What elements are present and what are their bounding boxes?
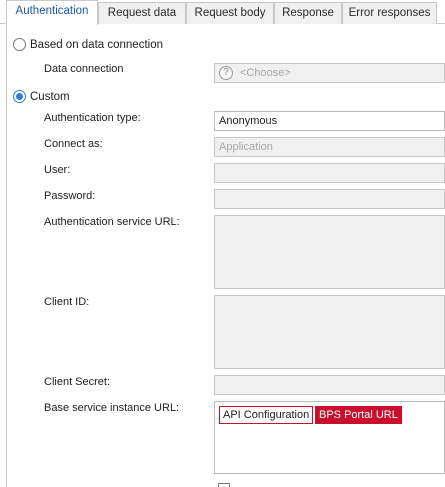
client-id-label: Client ID: — [44, 296, 90, 308]
connect-as-select[interactable]: Application — [214, 137, 445, 157]
base-url-label: Base service instance URL: — [44, 402, 180, 414]
api-configuration-token[interactable]: API Configuration — [219, 406, 314, 424]
help-icon[interactable]: ? — [219, 66, 233, 80]
auth-service-url-label: Authentication service URL: — [44, 216, 180, 228]
data-connection-label: Data connection — [44, 63, 124, 75]
auth-type-value: Anonymous — [219, 115, 278, 127]
bps-portal-url-token[interactable]: BPS Portal URL — [315, 406, 402, 424]
password-label: Password: — [44, 190, 96, 202]
password-input[interactable] — [214, 189, 445, 209]
user-input[interactable] — [214, 163, 445, 183]
client-secret-label: Client Secret: — [44, 376, 111, 388]
custom-radio[interactable] — [13, 90, 26, 103]
connect-as-value: Application — [219, 141, 273, 153]
based-on-connection-radio[interactable] — [13, 38, 26, 51]
option-checkbox[interactable] — [218, 483, 230, 487]
based-on-connection-option[interactable]: Based on data connection — [13, 38, 163, 51]
tab-response[interactable]: Response — [274, 2, 342, 24]
data-connection-picker[interactable]: ? <Choose> — [214, 63, 445, 83]
tab-error-responses[interactable]: Error responses — [342, 2, 437, 24]
data-connection-placeholder: <Choose> — [240, 67, 291, 79]
custom-option[interactable]: Custom — [13, 90, 70, 103]
based-on-connection-label: Based on data connection — [30, 38, 163, 51]
tab-strip: Authentication Request data Request body… — [0, 0, 445, 25]
user-label: User: — [44, 164, 71, 176]
auth-type-label: Authentication type: — [44, 112, 141, 124]
base-url-input[interactable]: API Configuration BPS Portal URL — [214, 401, 445, 474]
connect-as-label: Connect as: — [44, 138, 103, 150]
tab-request-body[interactable]: Request body — [186, 2, 274, 24]
auth-type-select[interactable]: Anonymous — [214, 111, 445, 131]
tab-authentication[interactable]: Authentication — [6, 0, 98, 25]
auth-service-url-input[interactable] — [214, 215, 445, 289]
client-secret-input[interactable] — [214, 375, 445, 395]
client-id-input[interactable] — [214, 295, 445, 369]
custom-label: Custom — [30, 90, 70, 103]
tab-request-data[interactable]: Request data — [98, 2, 186, 24]
